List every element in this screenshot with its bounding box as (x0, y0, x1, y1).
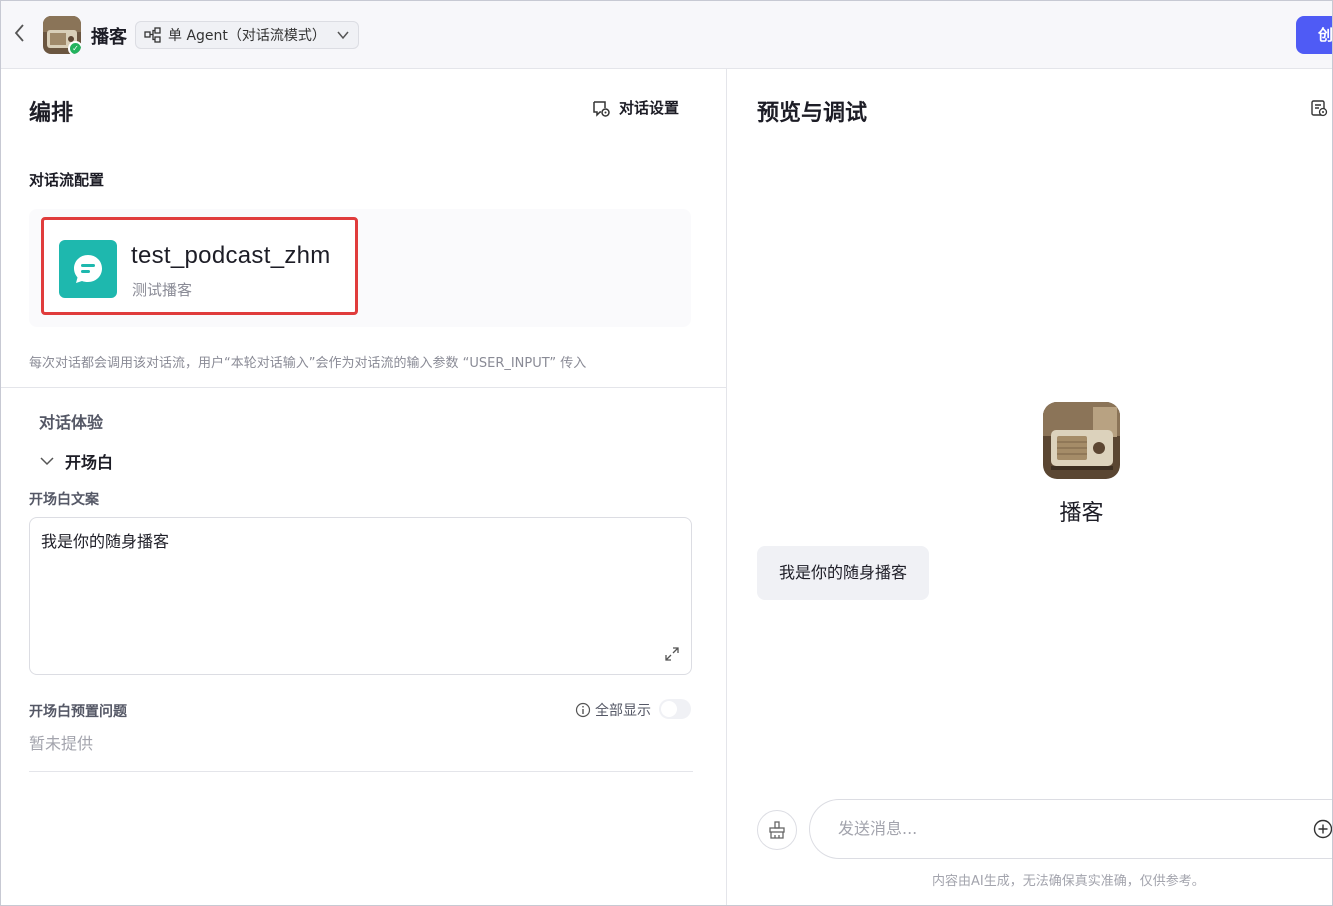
broom-icon (769, 821, 785, 839)
ai-disclaimer: 内容由AI生成，无法确保真实准确，仅供参考。 (932, 874, 1205, 889)
settings-icon (593, 100, 610, 117)
debug-log-icon[interactable] (1310, 99, 1328, 117)
orchestration-panel: 编排 对话设置 对话流配置 test_podcast_zhm 测试播客 每次对话… (1, 69, 727, 905)
preset-empty-text: 暂未提供 (29, 734, 94, 753)
chevron-down-icon (40, 457, 54, 466)
back-button[interactable] (13, 23, 33, 47)
workflow-icon (144, 27, 161, 43)
top-header: ✓ 播客 单 Agent（对话流模式） 创 (1, 1, 1332, 69)
flow-config-label: 对话流配置 (29, 171, 105, 189)
toggle-knob (661, 701, 677, 717)
clear-history-button[interactable] (757, 810, 797, 850)
bot-name: 播客 (91, 27, 127, 48)
flow-hint: 每次对话都会调用该对话流，用户“本轮对话输入”会作为对话流的输入参数 “USER… (29, 356, 587, 371)
experience-label: 对话体验 (39, 413, 104, 432)
chat-settings-button[interactable]: 对话设置 (591, 97, 679, 118)
add-attachment-icon[interactable] (1313, 819, 1333, 839)
flow-card[interactable]: test_podcast_zhm 测试播客 (41, 217, 358, 315)
message-input[interactable]: 发送消息... (809, 799, 1332, 859)
preview-bot-name: 播客 (1059, 501, 1104, 526)
show-all-label-group: 全部显示 (575, 700, 651, 720)
show-all-label: 全部显示 (595, 703, 651, 719)
info-icon (575, 702, 591, 718)
opening-text-label: 开场白文案 (29, 492, 99, 508)
verified-icon: ✓ (68, 41, 81, 54)
chevron-left-icon (14, 24, 24, 42)
panel-title: 编排 (29, 101, 74, 126)
preview-panel: 预览与调试 播客 我是你的随身播客 发送消息... 内容由AI生成，无法确保真实… (728, 69, 1333, 905)
radio-image-icon (1043, 402, 1120, 479)
agent-mode-label: 单 Agent（对话流模式） (168, 28, 326, 44)
divider (29, 771, 693, 772)
flow-description: 测试播客 (132, 281, 193, 299)
preview-title: 预览与调试 (757, 101, 868, 126)
divider (1, 387, 727, 388)
opening-section-toggle[interactable]: 开场白 (39, 449, 113, 473)
show-all-toggle[interactable] (659, 699, 691, 719)
app-window: ✓ 播客 单 Agent（对话流模式） 创 编排 对话设置 对话流配置 test… (0, 0, 1333, 906)
chat-bubble-icon (59, 240, 117, 298)
bot-avatar[interactable]: ✓ (43, 16, 81, 54)
chat-settings-label: 对话设置 (619, 99, 680, 117)
preset-questions-label: 开场白预置问题 (29, 704, 127, 720)
opening-label: 开场白 (65, 453, 114, 472)
chevron-down-icon (337, 31, 349, 40)
opening-text-input[interactable]: 我是你的随身播客 (29, 517, 692, 675)
expand-icon[interactable] (665, 647, 679, 661)
preview-bot-avatar (1043, 402, 1120, 479)
create-button[interactable]: 创 (1296, 16, 1332, 54)
flow-name: test_podcast_zhm (131, 242, 331, 269)
opening-message-bubble: 我是你的随身播客 (757, 546, 929, 600)
agent-mode-select[interactable]: 单 Agent（对话流模式） (135, 21, 359, 49)
